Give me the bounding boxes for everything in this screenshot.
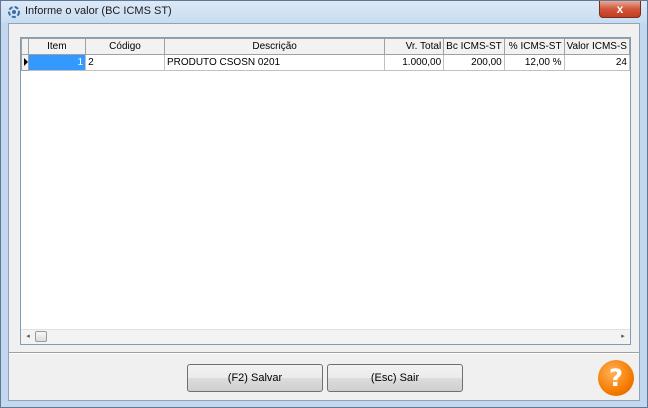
cell-descricao[interactable]: PRODUTO CSOSN 0201	[163, 54, 386, 71]
question-icon: ?	[609, 364, 623, 392]
cell-bc-icms-st[interactable]: 200,00	[443, 54, 505, 71]
column-header-codigo[interactable]: Código	[85, 38, 165, 55]
cell-vr-total[interactable]: 1.000,00	[384, 54, 445, 71]
items-table: Item Código Descrição Vr. Total Bc ICMS-…	[21, 38, 630, 71]
title-bar: Informe o valor (BC ICMS ST) x	[1, 1, 647, 23]
row-indicator-header	[21, 38, 29, 55]
row-indicator	[21, 54, 29, 71]
cell-item[interactable]: 1	[27, 54, 87, 71]
exit-button[interactable]: (Esc) Sair	[327, 364, 463, 392]
divider	[9, 352, 639, 354]
column-header-valor-icms-st[interactable]: Valor ICMS-S	[563, 38, 630, 55]
window-title: Informe o valor (BC ICMS ST)	[25, 5, 172, 17]
header-row: Item Código Descrição Vr. Total Bc ICMS-…	[21, 38, 630, 55]
dialog-window: Informe o valor (BC ICMS ST) x Item Códi…	[0, 0, 648, 408]
dialog-body: Item Código Descrição Vr. Total Bc ICMS-…	[8, 23, 640, 401]
scroll-left-icon[interactable]: ◂	[21, 330, 35, 344]
cell-pct-icms-st[interactable]: 12,00 %	[503, 54, 565, 71]
cell-codigo[interactable]: 2	[85, 54, 165, 71]
horizontal-scrollbar[interactable]: ◂ ▸	[21, 329, 630, 344]
help-button[interactable]: ?	[598, 360, 634, 396]
scroll-right-icon[interactable]: ▸	[616, 330, 630, 344]
column-header-item[interactable]: Item	[27, 38, 87, 55]
close-icon: x	[616, 2, 624, 16]
cell-valor-icms-st[interactable]: 24	[563, 54, 630, 71]
save-button[interactable]: (F2) Salvar	[187, 364, 323, 392]
current-row-arrow-icon	[24, 58, 28, 66]
column-header-descricao[interactable]: Descrição	[163, 38, 386, 55]
scrollbar-thumb[interactable]	[35, 331, 47, 342]
column-header-vr-total[interactable]: Vr. Total	[384, 38, 445, 55]
column-header-pct-icms-st[interactable]: % ICMS-ST	[503, 38, 565, 55]
items-grid[interactable]: Item Código Descrição Vr. Total Bc ICMS-…	[20, 37, 631, 345]
close-button[interactable]: x	[599, 1, 641, 18]
column-header-bc-icms-st[interactable]: Bc ICMS-ST	[443, 38, 505, 55]
app-icon	[8, 6, 20, 18]
table-row[interactable]: 1 2 PRODUTO CSOSN 0201 1.000,00 200,00 1…	[21, 54, 630, 71]
